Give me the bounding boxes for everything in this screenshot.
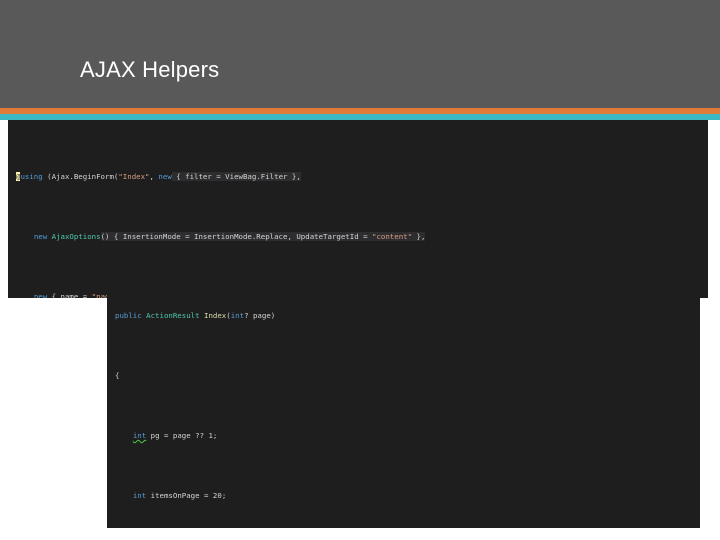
code-line: public ActionResult Index(int? page) [115, 311, 276, 320]
code-line: int itemsOnPage = 20; [132, 491, 227, 500]
controller-action-code-screenshot: public ActionResult Index(int? page) { i… [107, 258, 700, 528]
code-line: { [115, 371, 120, 380]
code-line: int pg = page ?? 1; [132, 431, 218, 440]
slide-header: AJAX Helpers [0, 0, 720, 108]
code-line: new AjaxOptions() { InsertionMode = Inse… [33, 232, 426, 241]
page-title: AJAX Helpers [80, 57, 220, 82]
code-line: @using (Ajax.BeginForm("Index", new { fi… [16, 172, 301, 181]
